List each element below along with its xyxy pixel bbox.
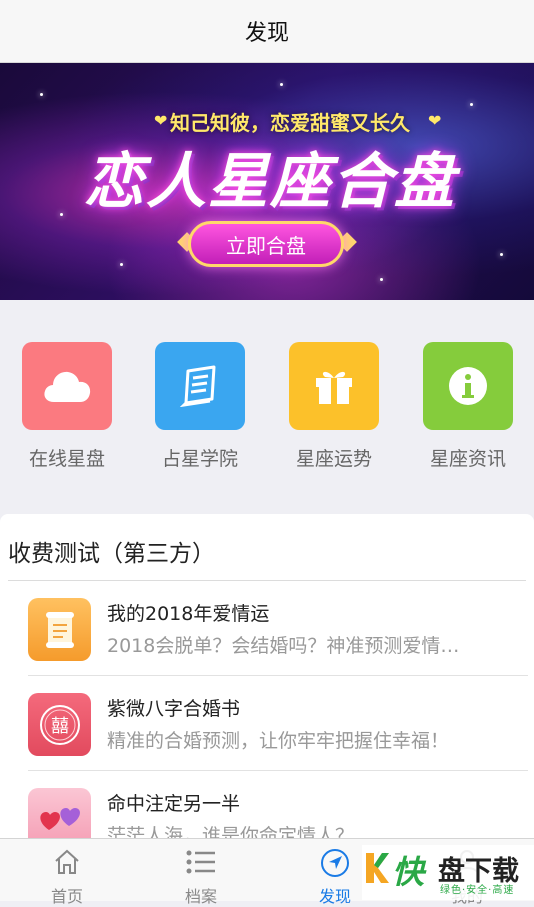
section-title: 收费测试（第三方） <box>8 541 215 567</box>
site-watermark: 快 盘下载 绿色·安全·高速 <box>362 845 534 900</box>
item-title: 紫微八字合婚书 <box>107 698 241 720</box>
book-icon <box>179 365 216 407</box>
list-item[interactable]: 囍 紫微八字合婚书 精准的合婚预测，让你牢牢把握住幸福！ <box>28 676 528 771</box>
star-decoration <box>470 103 473 106</box>
list-item[interactable]: 我的2018年爱情运 2018会脱单？会结婚吗？神准预测爱情… <box>28 581 528 676</box>
info-icon <box>449 367 487 405</box>
cloud-icon <box>44 371 91 402</box>
quick-nav-news[interactable]: 星座资讯 <box>423 342 513 471</box>
quick-nav-horoscope[interactable]: 星座运势 <box>289 342 379 471</box>
quick-nav-label: 占星学院 <box>161 448 238 470</box>
info-tile <box>423 342 513 430</box>
top-nav-bar: 发现 <box>0 0 534 63</box>
compass-icon <box>321 849 349 877</box>
quick-nav-label: 星座运势 <box>295 448 372 470</box>
star-decoration <box>40 93 43 96</box>
tab-label: 档案 <box>184 887 217 906</box>
star-decoration <box>500 253 503 256</box>
list-icon <box>186 850 215 874</box>
gift-icon <box>316 371 352 404</box>
gift-tile <box>289 342 379 430</box>
cloud-tile <box>22 342 112 430</box>
svg-text:囍: 囍 <box>51 716 69 737</box>
heart-icon: ❤ <box>154 111 168 130</box>
page-title: 发现 <box>244 21 289 46</box>
star-decoration <box>120 263 123 266</box>
item-description: 精准的合婚预测，让你牢牢把握住幸福！ <box>107 730 450 752</box>
star-decoration <box>60 213 63 216</box>
star-decoration <box>280 83 283 86</box>
book-tile <box>155 342 245 430</box>
quick-nav-label: 在线星盘 <box>28 448 105 470</box>
paid-tests-card: 收费测试（第三方） 我的2018年爱情运 2018会脱单？会结婚吗？神准预测爱情… <box>0 514 534 851</box>
quick-nav-astrology-academy[interactable]: 占星学院 <box>155 342 245 471</box>
banner-subtitle: 知己知彼，恋爱甜蜜又长久 <box>170 111 410 135</box>
banner-title: 恋人星座合盘 <box>84 147 456 217</box>
item-title: 命中注定另一半 <box>107 793 241 815</box>
promo-banner[interactable]: ❤ ❤ 知己知彼，恋爱甜蜜又长久 恋人星座合盘 立即合盘 <box>0 63 534 300</box>
tab-label: 首页 <box>50 887 83 906</box>
double-happiness-icon: 囍 <box>28 693 91 756</box>
match-now-button[interactable]: 立即合盘 <box>188 221 344 267</box>
item-title: 我的2018年爱情运 <box>107 603 270 625</box>
star-decoration <box>380 278 383 281</box>
tab-home[interactable]: 首页 <box>0 839 134 906</box>
tab-profile[interactable]: 档案 <box>134 839 268 906</box>
scroll-icon <box>28 598 91 661</box>
home-icon <box>55 849 79 874</box>
quick-nav-online-chart[interactable]: 在线星盘 <box>22 342 112 471</box>
watermark-brand-char: 快 <box>392 853 425 891</box>
heart-icon: ❤ <box>428 111 442 130</box>
quick-nav-grid: 在线星盘 占星学院 星座运势 星座资讯 <box>0 300 534 500</box>
quick-nav-label: 星座资讯 <box>429 448 506 470</box>
brand-logo-icon <box>366 853 389 883</box>
watermark-tagline: 绿色·安全·高速 <box>440 885 515 896</box>
item-description: 2018会脱单？会结婚吗？神准预测爱情… <box>107 635 460 657</box>
